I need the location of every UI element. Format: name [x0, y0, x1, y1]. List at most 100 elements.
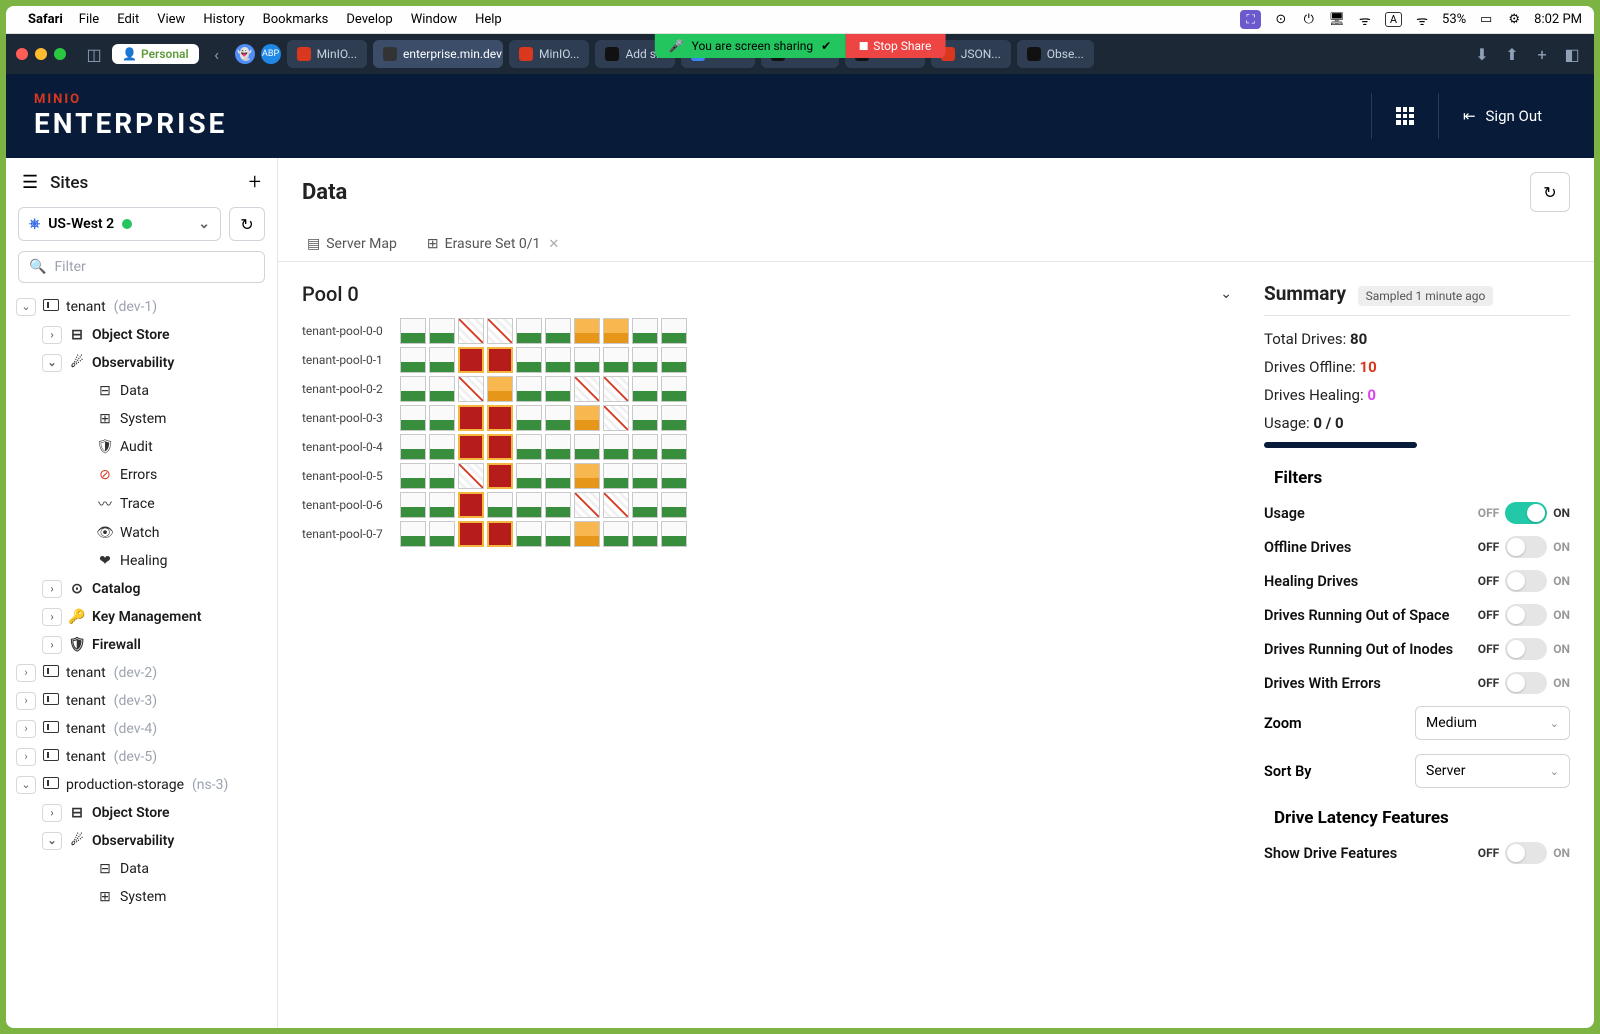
drive-cell[interactable] [661, 492, 687, 518]
drive-cell[interactable] [545, 347, 571, 373]
menu-file[interactable]: File [79, 12, 99, 27]
menu-history[interactable]: History [203, 12, 244, 27]
sidebar-item-tenant[interactable]: ⌄tenant (dev-1) [6, 293, 277, 321]
battery-icon[interactable]: ▭ [1478, 12, 1494, 28]
drive-cell[interactable] [458, 463, 484, 489]
sidebar-item-healing[interactable]: ❤Healing [6, 547, 277, 575]
window-controls[interactable] [16, 48, 66, 60]
drive-cell[interactable] [574, 318, 600, 344]
refresh-button[interactable]: ↻ [229, 207, 265, 241]
chevron-right-icon[interactable]: › [16, 748, 36, 766]
wifi-icon[interactable]: ᯤ [1357, 12, 1373, 28]
sidebar-item-tenant[interactable]: ›tenant (dev-3) [6, 687, 277, 715]
chevron-right-icon[interactable]: › [16, 692, 36, 710]
drive-cell[interactable] [632, 463, 658, 489]
drive-cell[interactable] [661, 521, 687, 547]
chevron-right-icon[interactable]: › [42, 804, 62, 822]
drive-cell[interactable] [632, 434, 658, 460]
drive-cell[interactable] [458, 492, 484, 518]
drive-cell[interactable] [429, 376, 455, 402]
chevron-down-icon[interactable]: ⌄ [42, 354, 62, 372]
maximize-icon[interactable] [54, 48, 66, 60]
drive-cell[interactable] [574, 376, 600, 402]
drive-cell[interactable] [487, 492, 513, 518]
drive-cell[interactable] [545, 492, 571, 518]
drive-cell[interactable] [574, 463, 600, 489]
display-icon[interactable]: 🖥 [1329, 12, 1345, 28]
site-selector[interactable]: ⎈ US-West 2 ⌄ [18, 207, 221, 241]
drive-cell[interactable] [516, 463, 542, 489]
tab-erasure-set[interactable]: ⊞ Erasure Set 0/1 ✕ [412, 226, 574, 261]
menubar-app-name[interactable]: Safari [28, 12, 63, 27]
drive-cell[interactable] [429, 521, 455, 547]
sidebar-item-tenant[interactable]: ⌄production-storage (ns-3) [6, 771, 277, 799]
drive-cell[interactable] [429, 318, 455, 344]
drive-cell[interactable] [661, 405, 687, 431]
filter-toggle[interactable] [1505, 570, 1547, 592]
drive-cell[interactable] [458, 376, 484, 402]
drive-cell[interactable] [400, 521, 426, 547]
drive-cell[interactable] [574, 521, 600, 547]
tabs-overview-icon[interactable]: ◧ [1560, 42, 1584, 66]
drive-cell[interactable] [487, 405, 513, 431]
drive-cell[interactable] [487, 347, 513, 373]
drive-cell[interactable] [400, 463, 426, 489]
sidebar-item-observability[interactable]: ⌄☄Observability [6, 827, 277, 855]
drive-cell[interactable] [545, 405, 571, 431]
drive-cell[interactable] [661, 318, 687, 344]
drive-cell[interactable] [574, 492, 600, 518]
back-button[interactable]: ‹ [205, 42, 229, 66]
chevron-down-icon[interactable]: ⌄ [1220, 286, 1232, 302]
drive-cell[interactable] [661, 376, 687, 402]
menu-develop[interactable]: Develop [346, 12, 392, 27]
drive-cell[interactable] [487, 434, 513, 460]
chevron-down-icon[interactable]: ⌄ [16, 776, 36, 794]
new-tab-button[interactable]: + [1530, 42, 1554, 66]
menu-edit[interactable]: Edit [117, 12, 139, 27]
chevron-right-icon[interactable]: › [42, 636, 62, 654]
drive-cell[interactable] [400, 376, 426, 402]
browser-tab[interactable]: Obse... [1017, 40, 1094, 68]
drive-cell[interactable] [632, 376, 658, 402]
status-icon[interactable]: ⊙ [1273, 12, 1289, 28]
drive-cell[interactable] [400, 492, 426, 518]
tab-server-map[interactable]: ▤ Server Map [292, 226, 412, 261]
sidebar-item-object-store[interactable]: ›⊟Object Store [6, 321, 277, 349]
control-center-icon[interactable]: ⚙ [1506, 12, 1522, 28]
sidebar-item-tenant[interactable]: ›tenant (dev-5) [6, 743, 277, 771]
drive-cell[interactable] [516, 318, 542, 344]
wifi-icon[interactable]: ᯤ [1414, 12, 1430, 28]
profile-badge[interactable]: 👤 Personal [112, 44, 199, 64]
filter-toggle[interactable] [1505, 536, 1547, 558]
drive-cell[interactable] [661, 347, 687, 373]
close-tab-icon[interactable]: ✕ [548, 237, 559, 252]
page-refresh-button[interactable]: ↻ [1530, 172, 1570, 212]
close-icon[interactable] [16, 48, 28, 60]
drive-cell[interactable] [516, 492, 542, 518]
chevron-down-icon[interactable]: ⌄ [42, 832, 62, 850]
drive-cell[interactable] [574, 405, 600, 431]
drive-cell[interactable] [603, 434, 629, 460]
sidebar-item-data[interactable]: ⊟Data [6, 855, 277, 883]
drive-cell[interactable] [545, 376, 571, 402]
sidebar-item-tenant[interactable]: ›tenant (dev-4) [6, 715, 277, 743]
menu-help[interactable]: Help [475, 12, 502, 27]
drive-cell[interactable] [429, 405, 455, 431]
filter-toggle[interactable] [1505, 672, 1547, 694]
sidebar-item-key-management[interactable]: ›🔑Key Management [6, 603, 277, 631]
browser-tab[interactable]: enterprise.min.dev🔒⋯ [373, 40, 503, 68]
sidebar-icon[interactable]: ◫ [82, 42, 106, 66]
drive-cell[interactable] [632, 318, 658, 344]
drive-cell[interactable] [632, 347, 658, 373]
download-icon[interactable]: ⬇ [1470, 42, 1494, 66]
drive-cell[interactable] [429, 434, 455, 460]
drive-cell[interactable] [458, 347, 484, 373]
drive-cell[interactable] [429, 463, 455, 489]
screenshare-indicator-icon[interactable]: ⛶ [1240, 10, 1260, 29]
a-badge[interactable]: A [1385, 12, 1402, 27]
menu-bookmarks[interactable]: Bookmarks [263, 12, 329, 27]
drive-cell[interactable] [487, 463, 513, 489]
drive-cell[interactable] [400, 405, 426, 431]
sidebar-item-system[interactable]: ⊞System [6, 883, 277, 911]
drive-cell[interactable] [603, 405, 629, 431]
